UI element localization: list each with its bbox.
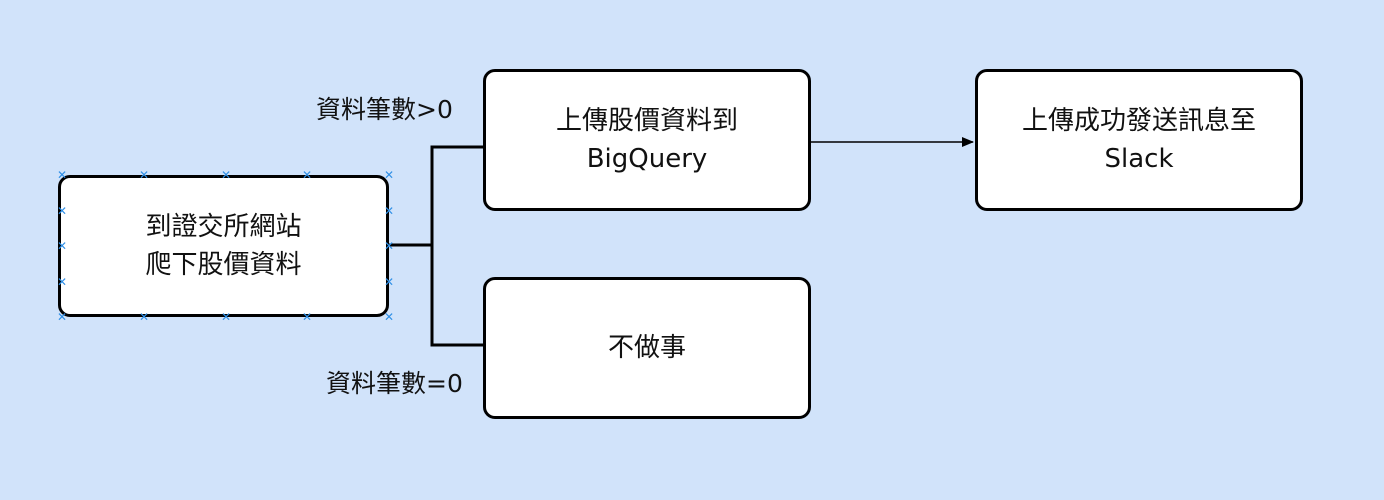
node-notify-slack-label: 上傳成功發送訊息至 Slack [1021, 106, 1256, 174]
node-notify-slack[interactable]: 上傳成功發送訊息至 Slack [975, 69, 1303, 211]
x-mark-icon[interactable]: ✕ [56, 276, 68, 288]
x-mark-icon[interactable]: ✕ [138, 169, 150, 181]
x-mark-icon[interactable]: ✕ [301, 169, 313, 181]
edge-label-count-equals-zero[interactable]: 資料筆數=0 [326, 369, 463, 399]
diagram-canvas[interactable]: 到證交所網站 爬下股價資料 上傳股價資料到 BigQuery 上傳成功發送訊息至… [0, 0, 1384, 500]
x-mark-icon[interactable]: ✕ [301, 311, 313, 323]
edge-label-count-greater-zero[interactable]: 資料筆數>0 [316, 95, 453, 125]
node-do-nothing[interactable]: 不做事 [483, 277, 811, 419]
x-mark-icon[interactable]: ✕ [383, 205, 395, 217]
node-upload-bigquery[interactable]: 上傳股價資料到 BigQuery [483, 69, 811, 211]
x-mark-icon[interactable]: ✕ [383, 311, 395, 323]
node-crawl-label: 到證交所網站 爬下股價資料 [145, 212, 302, 280]
x-mark-icon[interactable]: ✕ [138, 311, 150, 323]
node-crawl-stock-data[interactable]: 到證交所網站 爬下股價資料 [58, 175, 389, 317]
x-mark-icon[interactable]: ✕ [56, 169, 68, 181]
node-upload-bigquery-label: 上傳股價資料到 BigQuery [555, 106, 738, 174]
node-do-nothing-label: 不做事 [607, 333, 686, 363]
x-mark-icon[interactable]: ✕ [383, 276, 395, 288]
x-mark-icon[interactable]: ✕ [56, 240, 68, 252]
x-mark-icon[interactable]: ✕ [56, 205, 68, 217]
x-mark-icon[interactable]: ✕ [56, 311, 68, 323]
edge-crawl-to-nothing[interactable] [389, 243, 483, 347]
x-mark-icon[interactable]: ✕ [383, 240, 395, 252]
x-mark-icon[interactable]: ✕ [220, 169, 232, 181]
x-mark-icon[interactable]: ✕ [220, 311, 232, 323]
edge-crawl-to-upload[interactable] [389, 145, 483, 247]
x-mark-icon[interactable]: ✕ [383, 169, 395, 181]
